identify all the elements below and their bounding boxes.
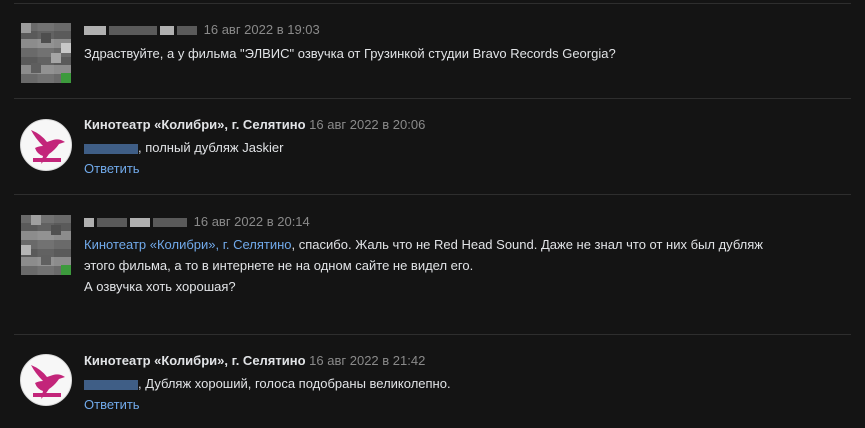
comment-meta: 16 авг 2022 в 20:14 [84,214,851,230]
comment-text-line: этого фильма, а то в интернете не на одн… [84,258,474,273]
comment-text: Здраствуйте, а у фильма "ЭЛВИС" озвучка … [84,43,851,64]
comment-date[interactable]: 16 авг 2022 в 20:06 [309,117,425,132]
comment-body: 16 авг 2022 в 19:03 Здраствуйте, а у фил… [84,22,851,64]
avatar-pixel [61,73,71,83]
comment-text-fragment: , спасибо. Жаль что не Red Head Sound. Д… [291,237,764,252]
comment-meta: 16 авг 2022 в 19:03 [84,22,851,38]
comment-meta: Кинотеатр «Колибри», г. Селятино 16 авг … [84,117,851,133]
redacted-name [109,26,157,36]
divider [14,334,851,335]
divider [14,3,851,4]
comment-meta: Кинотеатр «Колибри», г. Селятино 16 авг … [84,353,851,369]
divider [14,194,851,195]
redacted-name [177,26,197,36]
comment-body: Кинотеатр «Колибри», г. Селятино 16 авг … [84,117,851,178]
comment-text-line: А озвучка хоть хорошая? [84,279,236,294]
redacted-mention[interactable] [84,379,138,390]
avatar-pixel [31,63,41,73]
reply-button[interactable]: Ответить [84,397,140,412]
comment-body: Кинотеатр «Колибри», г. Селятино 16 авг … [84,353,851,414]
avatar-pixel [41,33,51,43]
hummingbird-logo-icon [31,365,65,399]
avatar-pixel [41,255,51,265]
avatar[interactable] [21,215,71,275]
avatar-pixel [61,43,71,53]
avatar[interactable] [20,354,72,406]
redacted-name [97,218,127,228]
comment-text: , Дубляж хороший, голоса подобраны велик… [84,373,851,394]
comment-text-line: Здраствуйте, а у фильма "ЭЛВИС" озвучка … [84,46,616,61]
comment-date[interactable]: 16 авг 2022 в 21:42 [309,353,425,368]
reply-button[interactable]: Ответить [84,161,140,176]
comment-text: Кинотеатр «Колибри», г. Селятино, спасиб… [84,234,851,297]
comment-date[interactable]: 16 авг 2022 в 20:14 [194,214,310,229]
avatar-pixel [51,53,61,63]
redacted-name [84,26,106,36]
comment-date[interactable]: 16 авг 2022 в 19:03 [204,22,320,37]
redacted-name [160,26,174,36]
avatar-pixel [21,245,31,255]
redacted-mention[interactable] [84,143,138,154]
avatar[interactable] [20,119,72,171]
comment-text-line: Кинотеатр «Колибри», г. Селятино, спасиб… [84,234,851,255]
redacted-name [84,218,94,228]
redacted-name [130,218,150,228]
avatar[interactable] [21,23,71,83]
comment-text: , полный дубляж Jaskier [84,137,851,158]
avatar-pixel [61,265,71,275]
redacted-name [153,218,187,228]
mention-link[interactable]: Кинотеатр «Колибри», г. Селятино [84,237,292,252]
avatar-pixel [31,215,41,225]
divider [14,98,851,99]
comments-feed: 16 авг 2022 в 19:03 Здраствуйте, а у фил… [0,0,865,428]
comment-body: 16 авг 2022 в 20:14 Кинотеатр «Колибри»,… [84,214,851,297]
hummingbird-logo-icon [31,130,65,164]
avatar-pixel [21,23,31,33]
comment-text-line: , Дубляж хороший, голоса подобраны велик… [138,376,451,391]
comment-text-line: , полный дубляж Jaskier [138,140,284,155]
comment-author[interactable]: Кинотеатр «Колибри», г. Селятино [84,353,306,368]
avatar-pixel [51,225,61,235]
comment-author[interactable]: Кинотеатр «Колибри», г. Селятино [84,117,306,132]
